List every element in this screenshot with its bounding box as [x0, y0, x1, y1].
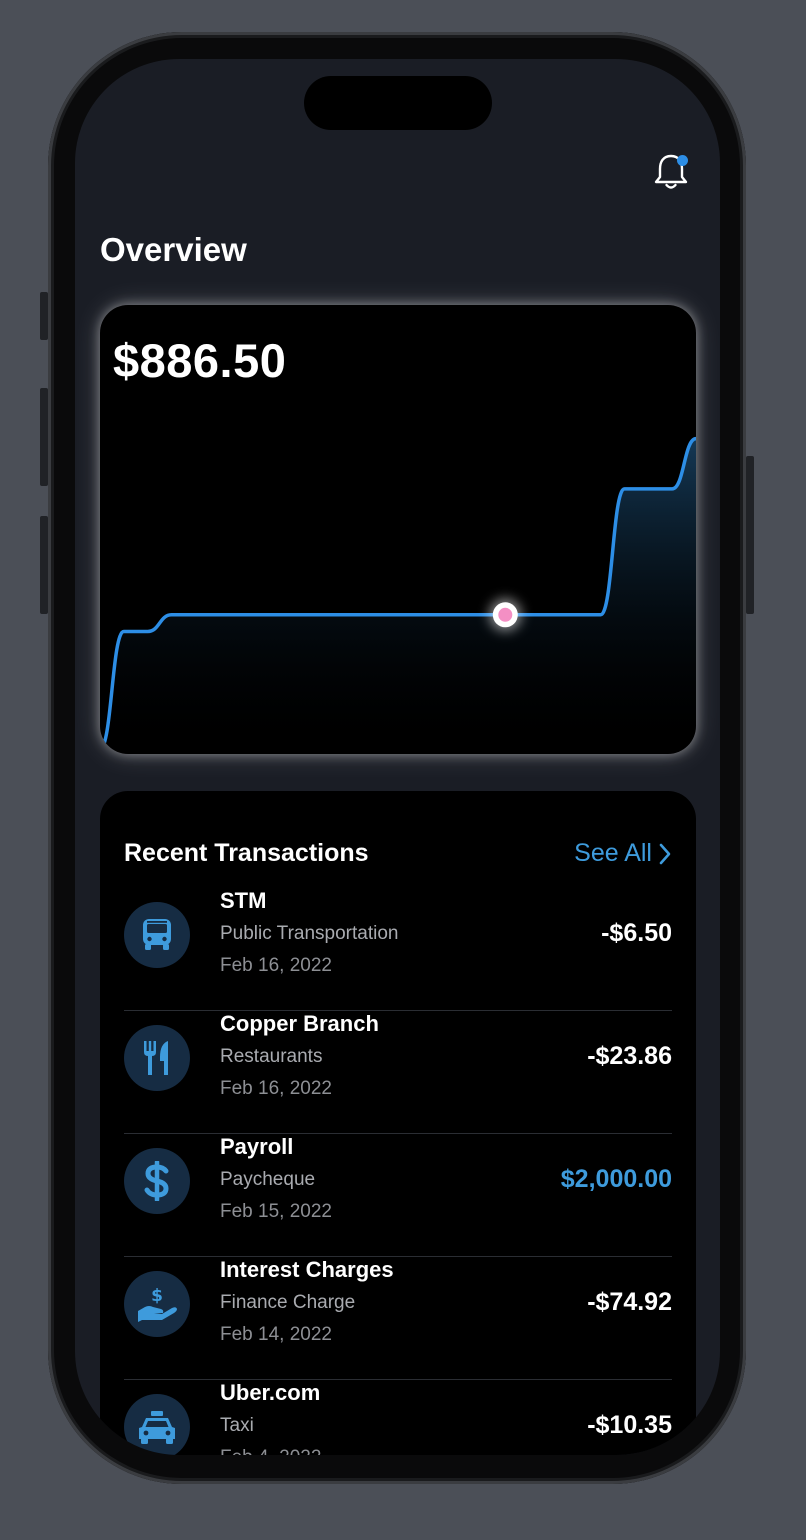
transaction-row[interactable]: $ Interest Charges Finance Charge Feb 14…: [124, 1257, 672, 1380]
transaction-category: Public Transportation: [220, 923, 399, 944]
volume-up-button: [40, 388, 48, 486]
transaction-date: Feb 15, 2022: [220, 1201, 332, 1222]
transaction-name: Interest Charges: [220, 1257, 394, 1282]
transaction-amount: -$10.35: [587, 1411, 672, 1439]
transaction-icon: [124, 1148, 190, 1214]
transaction-amount: -$74.92: [587, 1288, 672, 1316]
taxi-icon: [139, 1411, 175, 1444]
transaction-icon: [124, 1025, 190, 1091]
see-all-label: See All: [574, 839, 652, 867]
transaction-name: Payroll: [220, 1134, 294, 1159]
transaction-category: Finance Charge: [220, 1292, 356, 1313]
recent-transactions-card: Recent Transactions See All STM Public T…: [100, 791, 696, 1455]
transaction-name: Uber.com: [220, 1380, 321, 1405]
dynamic-island: [304, 76, 492, 130]
transaction-icon: $: [124, 1271, 190, 1337]
transaction-category: Paycheque: [220, 1169, 316, 1190]
transaction-row[interactable]: Copper Branch Restaurants Feb 16, 2022 -…: [124, 1011, 672, 1134]
transaction-name: STM: [220, 888, 267, 913]
balance-chart-card[interactable]: $886.50: [100, 305, 696, 754]
transactions-list: STM Public Transportation Feb 16, 2022 -…: [124, 888, 672, 1455]
power-button: [746, 456, 754, 614]
transaction-icon: [124, 902, 190, 968]
page-title: Overview: [100, 231, 247, 268]
transaction-amount: -$6.50: [601, 919, 672, 947]
transaction-row[interactable]: Uber.com Taxi Feb 4, 2022 -$10.35: [124, 1380, 672, 1455]
transaction-category: Taxi: [220, 1415, 254, 1436]
transaction-row[interactable]: Payroll Paycheque Feb 15, 2022 $2,000.00: [124, 1134, 672, 1257]
transaction-name: Copper Branch: [220, 1011, 379, 1036]
notification-badge: [677, 155, 688, 166]
transaction-amount: $2,000.00: [560, 1165, 672, 1193]
transaction-date: Feb 14, 2022: [220, 1324, 332, 1345]
bus-icon: [143, 919, 171, 950]
chart-selected-point[interactable]: [489, 598, 522, 631]
hand-dollar-icon: $: [138, 1286, 177, 1322]
transaction-date: Feb 16, 2022: [220, 1078, 332, 1099]
transaction-date: Feb 4, 2022: [220, 1447, 321, 1455]
balance-chart[interactable]: [100, 305, 696, 754]
dollar-icon: [144, 1161, 169, 1201]
utensils-icon: [144, 1041, 168, 1075]
app-screen: Overview $886.50 Recent Transactions See…: [75, 59, 720, 1455]
transaction-amount: -$23.86: [587, 1042, 672, 1070]
svg-text:$: $: [151, 1286, 163, 1306]
see-all-link[interactable]: See All: [574, 839, 672, 868]
transactions-title: Recent Transactions: [124, 839, 369, 867]
transactions-header: Recent Transactions See All: [124, 839, 672, 871]
transaction-date: Feb 16, 2022: [220, 955, 332, 976]
transaction-category: Restaurants: [220, 1046, 323, 1067]
volume-down-button: [40, 516, 48, 614]
chevron-right-icon: [659, 843, 671, 864]
silent-switch: [40, 292, 48, 340]
transaction-row[interactable]: STM Public Transportation Feb 16, 2022 -…: [124, 888, 672, 1011]
transaction-icon: [124, 1394, 190, 1455]
notifications-button[interactable]: [653, 153, 689, 191]
